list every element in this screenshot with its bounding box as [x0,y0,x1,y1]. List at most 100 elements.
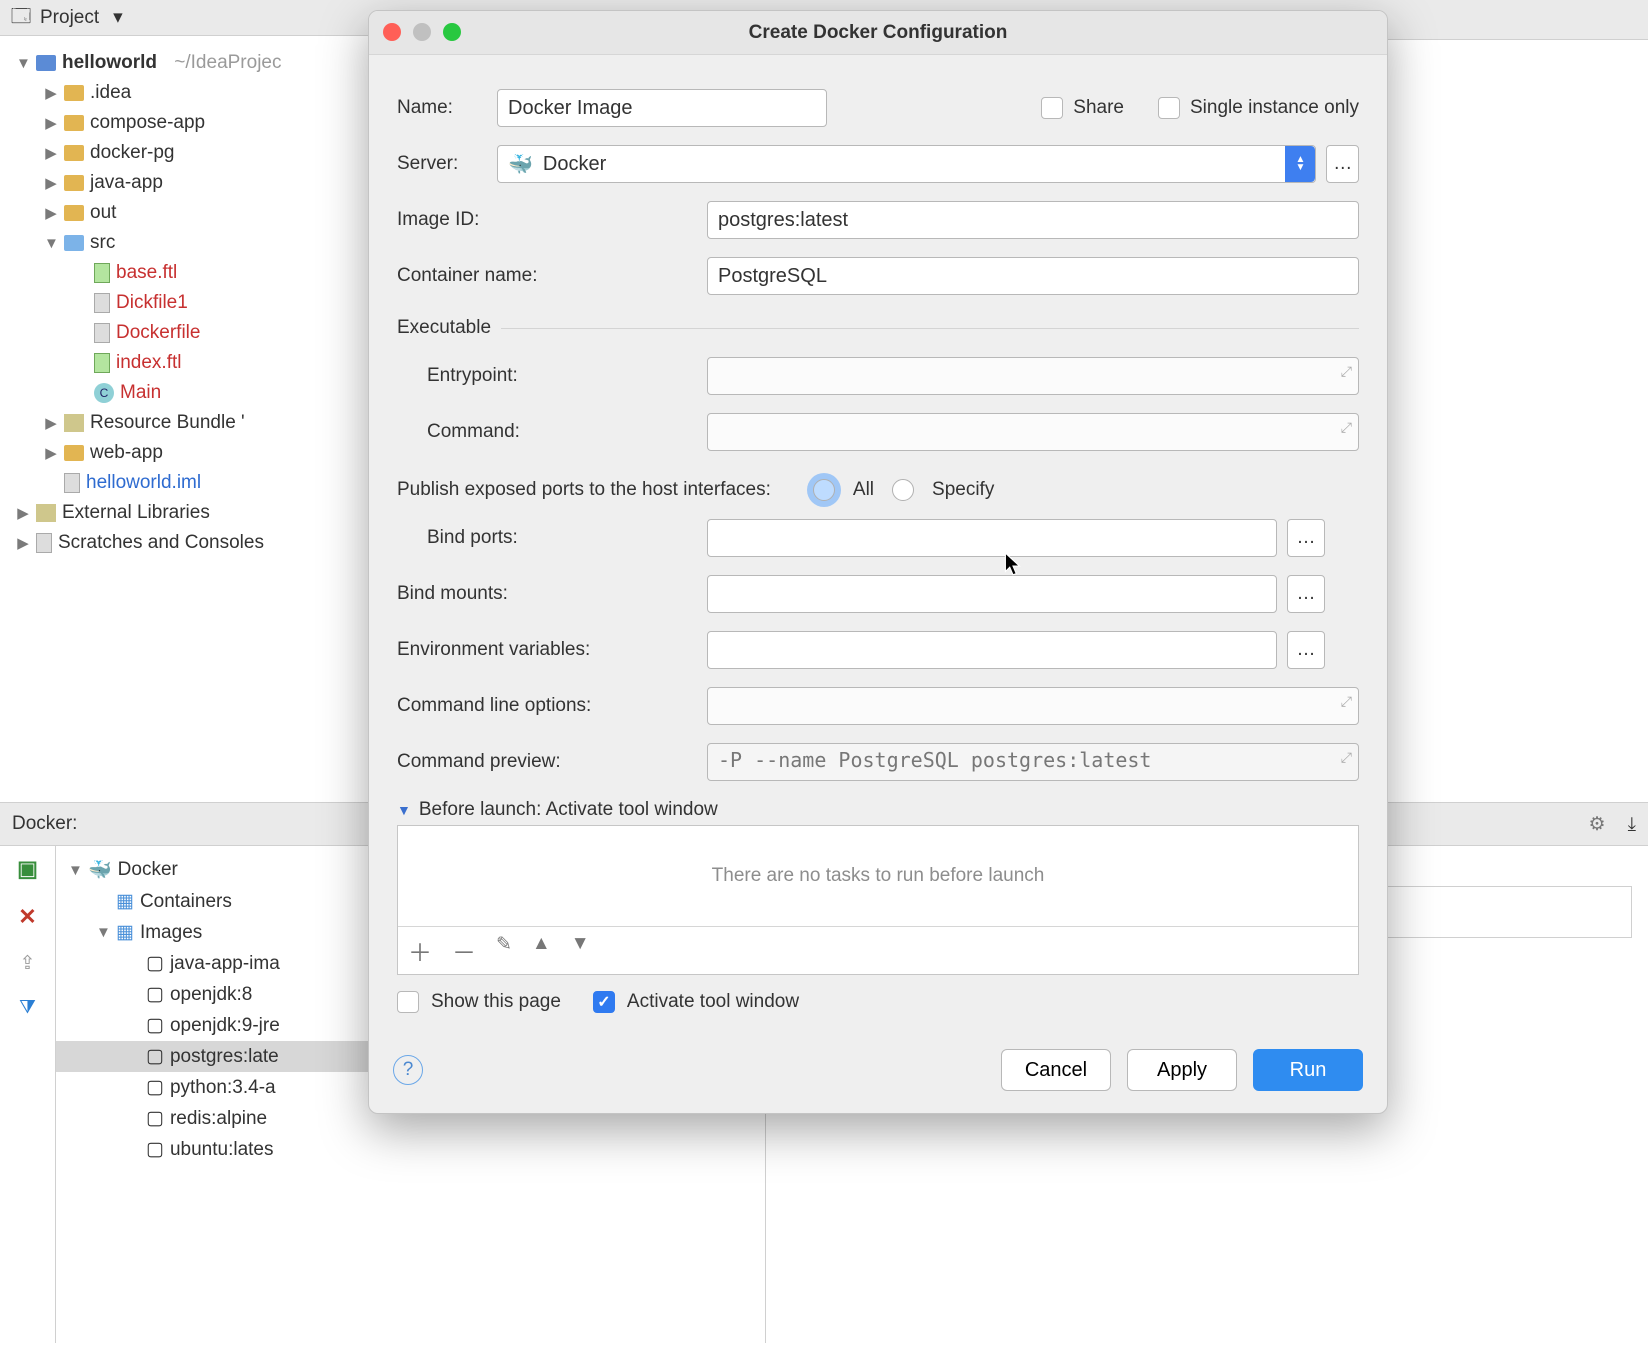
tree-item-docker-pg[interactable]: docker-pg [4,138,379,168]
container-name-label: Container name: [397,265,697,287]
project-icon: 🗔 [10,7,32,29]
tree-item-dickfile1[interactable]: Dickfile1 [4,288,379,318]
help-icon[interactable]: ? [393,1055,423,1085]
command-label: Command: [427,421,697,443]
cli-options-label: Command line options: [397,695,697,717]
tree-item-resource-bundle[interactable]: Resource Bundle ' [4,408,379,438]
cancel-button[interactable]: Cancel [1001,1049,1111,1091]
cli-options-input[interactable]: ⤢ [707,687,1359,725]
section-divider [501,328,1359,329]
image-icon: ▢ [146,1045,164,1068]
run-button[interactable]: Run [1253,1049,1363,1091]
activate-tool-window-checkbox[interactable]: ✓ [593,991,615,1013]
expand-icon[interactable]: ⤢ [1341,364,1352,380]
tree-item-out[interactable]: out [4,198,379,228]
share-checkbox[interactable] [1041,97,1063,119]
file-icon [94,293,110,313]
tree-label: postgres:late [170,1046,279,1068]
server-value: Docker [543,153,606,176]
tree-label: src [90,232,115,254]
radio-all[interactable] [813,479,835,501]
project-dropdown-label[interactable]: Project [40,7,99,29]
gear-icon[interactable]: ⚙︎ [1589,813,1606,836]
before-launch-label: Before launch: Activate tool window [419,799,718,821]
folder-icon [64,85,84,101]
expand-icon[interactable]: ⤢ [1341,750,1352,766]
docker-image-item[interactable]: ▢ ubuntu:lates [56,1134,765,1165]
chevron-down-icon[interactable]: ▾ [113,6,123,29]
tree-item-dockerfile[interactable]: Dockerfile [4,318,379,348]
window-minimize-icon [413,23,431,41]
before-launch-tasks-box: There are no tasks to run before launch … [397,825,1359,975]
folder-icon [64,145,84,161]
show-this-page-checkbox[interactable] [397,991,419,1013]
bind-mounts-input[interactable] [707,575,1277,613]
move-down-icon[interactable]: ▼ [571,933,590,968]
folder-icon [64,205,84,221]
ftl-file-icon [94,263,110,283]
bind-ports-browse-button[interactable]: … [1287,519,1325,557]
move-up-icon[interactable]: ▲ [532,933,551,968]
server-select[interactable]: 🐳 Docker ▲▼ [497,145,1316,183]
image-icon: ▢ [146,1138,164,1161]
bind-mounts-label: Bind mounts: [397,583,697,605]
disclosure-triangle-icon[interactable]: ▼ [397,802,411,818]
entrypoint-input[interactable]: ⤢ [707,357,1359,395]
bind-mounts-browse-button[interactable]: … [1287,575,1325,613]
docker-file-icon [94,323,110,343]
remove-task-icon[interactable]: － [452,933,476,968]
folder-icon [64,175,84,191]
tree-item-index-ftl[interactable]: index.ftl [4,348,379,378]
create-docker-config-dialog: Create Docker Configuration Name: Share … [368,10,1388,1114]
command-preview-field: -P --name PostgreSQL postgres:latest ⤢ [707,743,1359,781]
tree-item-compose-app[interactable]: compose-app [4,108,379,138]
tree-label: Containers [140,891,232,913]
project-root[interactable]: helloworld ~/IdeaProjec [4,48,379,78]
tree-item-web-app[interactable]: web-app [4,438,379,468]
stop-icon[interactable]: ✕ [18,904,36,930]
tree-item-base-ftl[interactable]: base.ftl [4,258,379,288]
expand-icon[interactable]: ⤢ [1341,694,1352,710]
share-label: Share [1073,97,1124,119]
tree-item-main[interactable]: CMain [4,378,379,408]
server-browse-button[interactable]: … [1326,145,1359,183]
tree-label: redis:alpine [170,1108,267,1130]
radio-specify[interactable] [892,479,914,501]
radio-specify-label: Specify [932,479,994,501]
container-name-input[interactable] [707,257,1359,295]
name-input[interactable] [497,89,827,127]
grid-icon: ▦ [116,890,134,913]
tree-item-external-libraries[interactable]: External Libraries [4,498,379,528]
single-instance-checkbox[interactable] [1158,97,1180,119]
window-close-icon[interactable] [383,23,401,41]
project-root-path: ~/IdeaProjec [174,52,281,74]
tree-item-java-app[interactable]: java-app [4,168,379,198]
command-input[interactable]: ⤢ [707,413,1359,451]
env-vars-browse-button[interactable]: … [1287,631,1325,669]
apply-button[interactable]: Apply [1127,1049,1237,1091]
dialog-title: Create Docker Configuration [749,22,1008,44]
dialog-titlebar[interactable]: Create Docker Configuration [369,11,1387,55]
filter-icon[interactable]: ⧩ [19,997,36,1019]
add-task-icon[interactable]: ＋ [408,933,432,968]
expand-icon[interactable]: ⤢ [1341,420,1352,436]
class-icon: C [94,383,114,403]
tree-label: Dockerfile [116,322,200,344]
window-zoom-icon[interactable] [443,23,461,41]
tree-label: Scratches and Consoles [58,532,264,554]
no-tasks-message: There are no tasks to run before launch [398,826,1358,926]
tree-item-scratches[interactable]: Scratches and Consoles [4,528,379,558]
activate-tool-window-label: Activate tool window [627,991,799,1013]
docker-whale-icon: 🐳 [88,858,112,882]
redeploy-icon[interactable]: ⇪ [20,952,36,975]
tree-item-iml[interactable]: helloworld.iml [4,468,379,498]
env-vars-input[interactable] [707,631,1277,669]
docker-whale-icon: 🐳 [508,152,533,177]
image-id-input[interactable] [707,201,1359,239]
deploy-icon[interactable]: ▣ [17,856,38,882]
edit-task-icon[interactable]: ✎ [496,933,512,968]
tree-item-src[interactable]: src [4,228,379,258]
download-icon[interactable]: ⤓ [1628,814,1636,836]
image-icon: ▢ [146,983,164,1006]
tree-item-idea[interactable]: .idea [4,78,379,108]
